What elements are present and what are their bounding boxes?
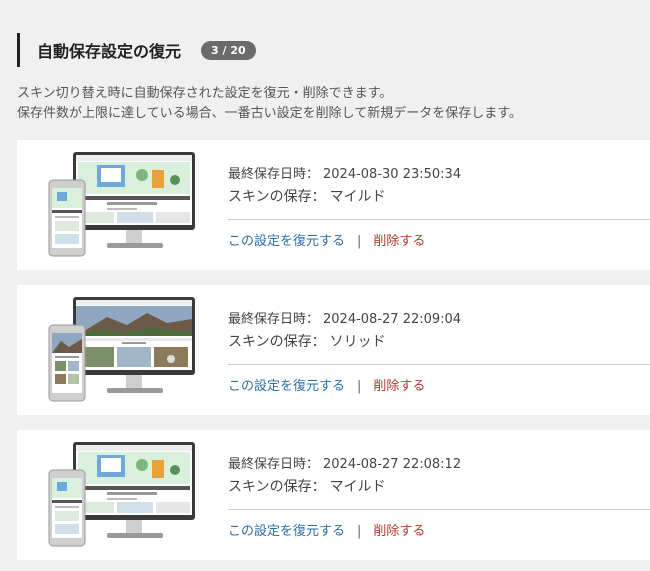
autosave-entry: 最終保存日時： 2024-08-27 22:09:04 スキンの保存： ソリッド こ… bbox=[17, 285, 650, 415]
entry-meta: 最終保存日時： 2024-08-27 22:09:04 スキンの保存： ソリッド bbox=[228, 309, 650, 353]
delete-link[interactable]: 削除する bbox=[373, 234, 425, 249]
divider bbox=[228, 219, 650, 220]
autosave-entry: 最終保存日時： 2024-08-30 23:50:34 スキンの保存： マイルド こ… bbox=[17, 140, 650, 270]
skin-name: ソリッド bbox=[329, 334, 386, 350]
entry-meta: 最終保存日時： 2024-08-30 23:50:34 スキンの保存： マイルド bbox=[228, 164, 650, 208]
count-badge: 3 / 20 bbox=[201, 40, 256, 60]
saved-at-label: 最終保存日時： bbox=[228, 457, 320, 472]
saved-at-label: 最終保存日時： bbox=[228, 312, 320, 327]
skin-label: スキンの保存： bbox=[228, 479, 326, 495]
entry-actions: この設定を復元する | 削除する bbox=[228, 375, 425, 394]
entry-actions: この設定を復元する | 削除する bbox=[228, 520, 425, 539]
mild-skin-preview-image bbox=[48, 442, 195, 547]
saved-at-value: 2024-08-27 22:09:04 bbox=[323, 312, 462, 327]
saved-at-row: 最終保存日時： 2024-08-30 23:50:34 bbox=[228, 164, 650, 186]
page-title: 自動保存設定の復元 bbox=[37, 42, 182, 61]
saved-at-value: 2024-08-27 22:08:12 bbox=[323, 457, 462, 472]
description-line-2: 保存件数が上限に達している場合、一番古い設定を削除して新規データを保存します。 bbox=[17, 106, 522, 121]
mild-skin-preview-image bbox=[48, 152, 195, 257]
skin-name: マイルド bbox=[329, 479, 386, 495]
restore-link[interactable]: この設定を復元する bbox=[228, 234, 345, 249]
skin-label: スキンの保存： bbox=[228, 334, 326, 350]
entry-meta: 最終保存日時： 2024-08-27 22:08:12 スキンの保存： マイルド bbox=[228, 454, 650, 498]
saved-at-row: 最終保存日時： 2024-08-27 22:09:04 bbox=[228, 309, 650, 331]
divider bbox=[228, 364, 650, 365]
restore-link[interactable]: この設定を復元する bbox=[228, 524, 345, 539]
action-separator: | bbox=[357, 234, 362, 249]
delete-link[interactable]: 削除する bbox=[373, 524, 425, 539]
description-line-1: スキン切り替え時に自動保存された設定を復元・削除できます。 bbox=[17, 86, 393, 101]
entry-actions: この設定を復元する | 削除する bbox=[228, 230, 425, 249]
skin-row: スキンの保存： マイルド bbox=[228, 186, 650, 208]
delete-link[interactable]: 削除する bbox=[373, 379, 425, 394]
description: スキン切り替え時に自動保存された設定を復元・削除できます。 保存件数が上限に達し… bbox=[17, 84, 522, 124]
solid-skin-preview-image bbox=[48, 297, 195, 402]
saved-at-row: 最終保存日時： 2024-08-27 22:08:12 bbox=[228, 454, 650, 476]
skin-row: スキンの保存： マイルド bbox=[228, 476, 650, 498]
skin-row: スキンの保存： ソリッド bbox=[228, 331, 650, 353]
saved-at-label: 最終保存日時： bbox=[228, 167, 320, 182]
saved-at-value: 2024-08-30 23:50:34 bbox=[323, 167, 462, 182]
action-separator: | bbox=[357, 379, 362, 394]
section-title: 自動保存設定の復元 3 / 20 bbox=[17, 33, 256, 67]
divider bbox=[228, 509, 650, 510]
action-separator: | bbox=[357, 524, 362, 539]
restore-link[interactable]: この設定を復元する bbox=[228, 379, 345, 394]
skin-label: スキンの保存： bbox=[228, 189, 326, 205]
autosave-entry: 最終保存日時： 2024-08-27 22:08:12 スキンの保存： マイルド こ… bbox=[17, 430, 650, 560]
skin-name: マイルド bbox=[329, 189, 386, 205]
